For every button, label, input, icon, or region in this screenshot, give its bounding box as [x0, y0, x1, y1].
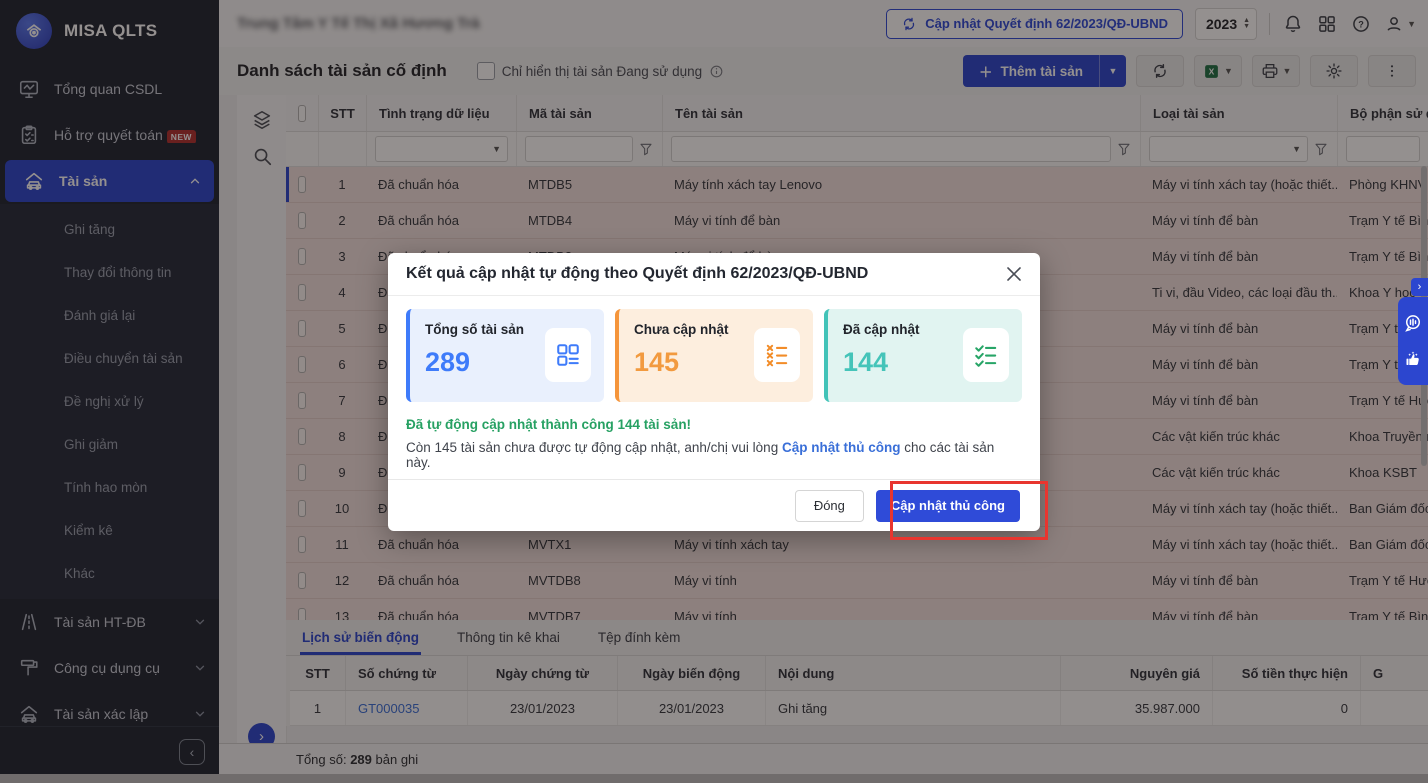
- widget-collapse-icon[interactable]: ›: [1411, 278, 1428, 296]
- chat-audio-icon[interactable]: [1403, 313, 1423, 333]
- thumbs-up-stars-icon[interactable]: [1403, 349, 1423, 369]
- manual-update-link[interactable]: Cập nhật thủ công: [782, 440, 901, 455]
- card-total-assets: Tổng số tài sản 289: [406, 309, 604, 402]
- update-result-modal: Kết quả cập nhật tự động theo Quyết định…: [388, 253, 1040, 531]
- card-not-updated: Chưa cập nhật 145: [615, 309, 813, 402]
- success-message: Đã tự động cập nhật thành công 144 tài s…: [406, 417, 692, 432]
- manual-update-button[interactable]: Cập nhật thủ công: [875, 489, 1020, 522]
- card-updated: Đã cập nhật 144: [824, 309, 1022, 402]
- feedback-widget: ›: [1398, 278, 1428, 385]
- app-root: MISA QLTS Tổng quan CSDL Hỗ trợ quyết toá…: [0, 0, 1428, 783]
- close-icon[interactable]: [1006, 266, 1022, 282]
- note-message: Còn 145 tài sản chưa được tự động cập nh…: [406, 440, 995, 470]
- check-list-icon: [963, 328, 1009, 382]
- widget-panel: [1398, 297, 1428, 385]
- modal-footer: Đóng Cập nhật thủ công: [388, 479, 1040, 531]
- close-button[interactable]: Đóng: [794, 489, 864, 522]
- grid-list-icon: [545, 328, 591, 382]
- modal-summary-cards: Tổng số tài sản 289 Chưa cập nhật 145 Đã…: [388, 296, 1040, 402]
- modal-header: Kết quả cập nhật tự động theo Quyết định…: [388, 253, 1040, 296]
- x-list-icon: [754, 328, 800, 382]
- modal-title: Kết quả cập nhật tự động theo Quyết định…: [406, 265, 869, 282]
